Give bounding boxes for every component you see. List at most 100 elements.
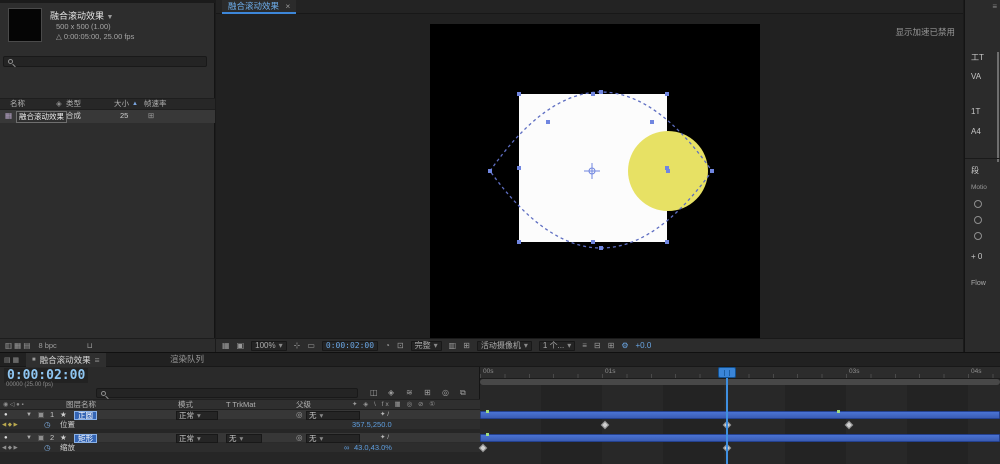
column-mode[interactable]: 模式 [178,400,193,410]
property-value[interactable]: 43.0,43.0% [354,443,392,453]
chevron-down-icon[interactable]: ▼ [107,14,114,21]
snapshot-icon[interactable]: ▦ [222,341,230,350]
timeline-button-icon[interactable]: ≡ [582,341,587,350]
property-name[interactable]: 缩放 [60,443,75,453]
graph-editor-icon[interactable]: ⧉ [460,388,466,398]
view-layout-select[interactable]: 1 个... ▾ [539,341,575,351]
tab-composition[interactable]: 融合滚动效果 × [222,0,296,14]
comp-icon: ■ [32,354,36,367]
trash-icon[interactable]: ⊔ [87,341,93,350]
constrain-link-icon[interactable]: ∞ [344,443,349,453]
visibility-eye-icon[interactable]: ● [4,433,8,443]
tab-timeline-comp[interactable]: ■ 融合滚动效果 ≡ [26,353,106,367]
layer-switches[interactable]: ✦ / [380,410,389,420]
column-type[interactable]: 类型 [66,99,81,109]
timeline-search-input[interactable] [96,388,358,398]
resolution-select[interactable]: 完整 ▾ [411,341,442,351]
shy-icon[interactable]: ≋ [406,388,413,397]
layer-switches[interactable]: ✦ / [380,433,389,443]
column-size[interactable]: 大小 [114,99,129,109]
character-tracking-icon[interactable]: 工T [971,52,984,63]
tab-label: 融合滚动效果 [40,354,91,367]
transparency-grid-icon[interactable]: ▥ [449,341,457,350]
project-search-input[interactable] [3,56,207,67]
panel-menu-icon[interactable]: ≡ [992,2,997,11]
stopwatch-icon[interactable]: ◷ [44,420,51,430]
blend-mode-select[interactable]: 正常 ▾ [176,411,218,420]
frame-blend-icon[interactable]: ⊞ [424,388,431,397]
mask-visibility-icon[interactable]: ▭ [307,341,315,350]
align-radio-2[interactable] [974,216,982,224]
comp-thumbnail[interactable] [8,8,42,42]
column-name[interactable]: 名称 [10,99,25,109]
magnification-select[interactable]: 100% ▾ [251,341,286,351]
current-time-indicator-handle[interactable] [718,367,736,378]
exposure-gear-icon[interactable]: ⚙ [621,341,628,350]
label-color-chip[interactable] [38,435,44,441]
layer-name-field[interactable]: 矩形 [74,434,97,443]
region-of-interest-icon[interactable]: ⊡ [397,341,404,350]
character-baseline-icon[interactable]: A4 [971,127,981,136]
expander-icon[interactable]: ▼ [26,410,32,420]
mask-path-overlay[interactable] [430,24,760,338]
layer-duration-bar-1[interactable] [480,411,1000,419]
work-area-bar[interactable] [480,379,1000,385]
keyframe-navigator[interactable]: ◀ ◆ ▶ [2,443,18,453]
parent-select[interactable]: 无 ▾ [306,411,360,420]
composition-viewport[interactable] [430,24,760,338]
property-name[interactable]: 位置 [60,420,75,430]
chevron-down-icon: ▾ [240,435,244,442]
pixel-aspect-icon[interactable]: ⊞ [463,341,470,350]
pickwhip-icon[interactable]: ◎ [296,410,303,420]
align-radio-3[interactable] [974,232,982,240]
motion-blur-icon[interactable]: ◎ [442,388,449,397]
layer-row-2[interactable]: ● ▼ 2 ★ 矩形 正常 ▾ 无 ▾ ◎ 无 ▾ ✦ / [0,433,480,443]
tab-render-queue[interactable]: 渲染队列 [170,353,204,367]
exposure-value[interactable]: +0.0 [636,341,652,350]
blend-mode-select[interactable]: 正常 ▾ [176,434,218,443]
layer-name-field[interactable]: 正圆 [74,411,97,420]
visibility-eye-icon[interactable]: ● [4,410,8,420]
reset-exposure-icon[interactable]: ⊞ [608,341,615,350]
project-item-row[interactable]: ▦ 融合滚动效果 合成 25 ⊞ [0,110,215,123]
trkmat-select[interactable]: 无 ▾ [226,434,262,443]
character-kerning-icon[interactable]: VA [971,72,981,81]
column-trkmat[interactable]: T TrkMat [226,400,255,410]
time-ruler[interactable]: 00s 01s 03s 04s [480,367,1000,379]
parent-select[interactable]: 无 ▾ [306,434,360,443]
column-parent[interactable]: 父级 [296,400,311,410]
active-camera-select[interactable]: 活动摄像机 ▾ [477,341,532,351]
current-time-display[interactable]: 0:00:02:00 [4,368,88,383]
align-radio-1[interactable] [974,200,982,208]
current-time-field[interactable]: 0:00:02:00 [322,341,378,351]
project-view-icons[interactable]: ▥ ▦ ▤ [5,341,30,350]
expander-icon[interactable]: ▼ [26,433,32,443]
draft3d-icon[interactable]: ◈ [388,388,394,397]
project-item-name[interactable]: 融合滚动效果 [16,111,67,123]
pickwhip-icon[interactable]: ◎ [296,433,303,443]
bit-depth-label[interactable]: 8 bpc [38,341,56,350]
label-color-chip[interactable] [38,412,44,418]
menu-icon[interactable]: ≡ [95,354,100,367]
column-framerate[interactable]: 帧速率 [144,99,167,109]
column-layer-name[interactable]: 图层名称 [66,400,96,410]
panel-icons[interactable]: ▤ ▦ [4,356,19,364]
property-row-position[interactable]: ◀ ◆ ▶ ◷ 位置 357.5,250.0 [0,420,480,430]
scrollbar[interactable] [997,52,999,162]
grid-guides-icon[interactable]: ⊹ [294,341,301,350]
close-icon[interactable]: × [285,1,290,11]
mini-flowchart-icon[interactable]: ◫ [370,388,378,397]
layer-duration-bar-2[interactable] [480,434,1000,442]
flowchart-icon[interactable]: ⊟ [594,341,601,350]
keyframe-navigator[interactable]: ◀ ◆ ▶ [2,420,18,430]
current-time-indicator-line[interactable] [726,367,728,464]
show-channel-icon[interactable]: ▣ [237,341,245,350]
property-value[interactable]: 357.5,250.0 [352,420,392,430]
property-row-scale[interactable]: ◀ ◆ ▶ ◷ 缩放 ∞ 43.0,43.0% [0,443,480,453]
add-preset-button[interactable]: + 0 [971,252,982,261]
layer-row-1[interactable]: ● ▼ 1 ★ 正圆 正常 ▾ ◎ 无 ▾ ✦ / [0,410,480,420]
timeline-track-area[interactable]: 00s 01s 03s 04s [480,367,1000,464]
snapshot-camera-icon[interactable]: ◔ [385,341,390,350]
stopwatch-icon[interactable]: ◷ [44,443,51,453]
character-leading-icon[interactable]: 1T [971,107,980,116]
